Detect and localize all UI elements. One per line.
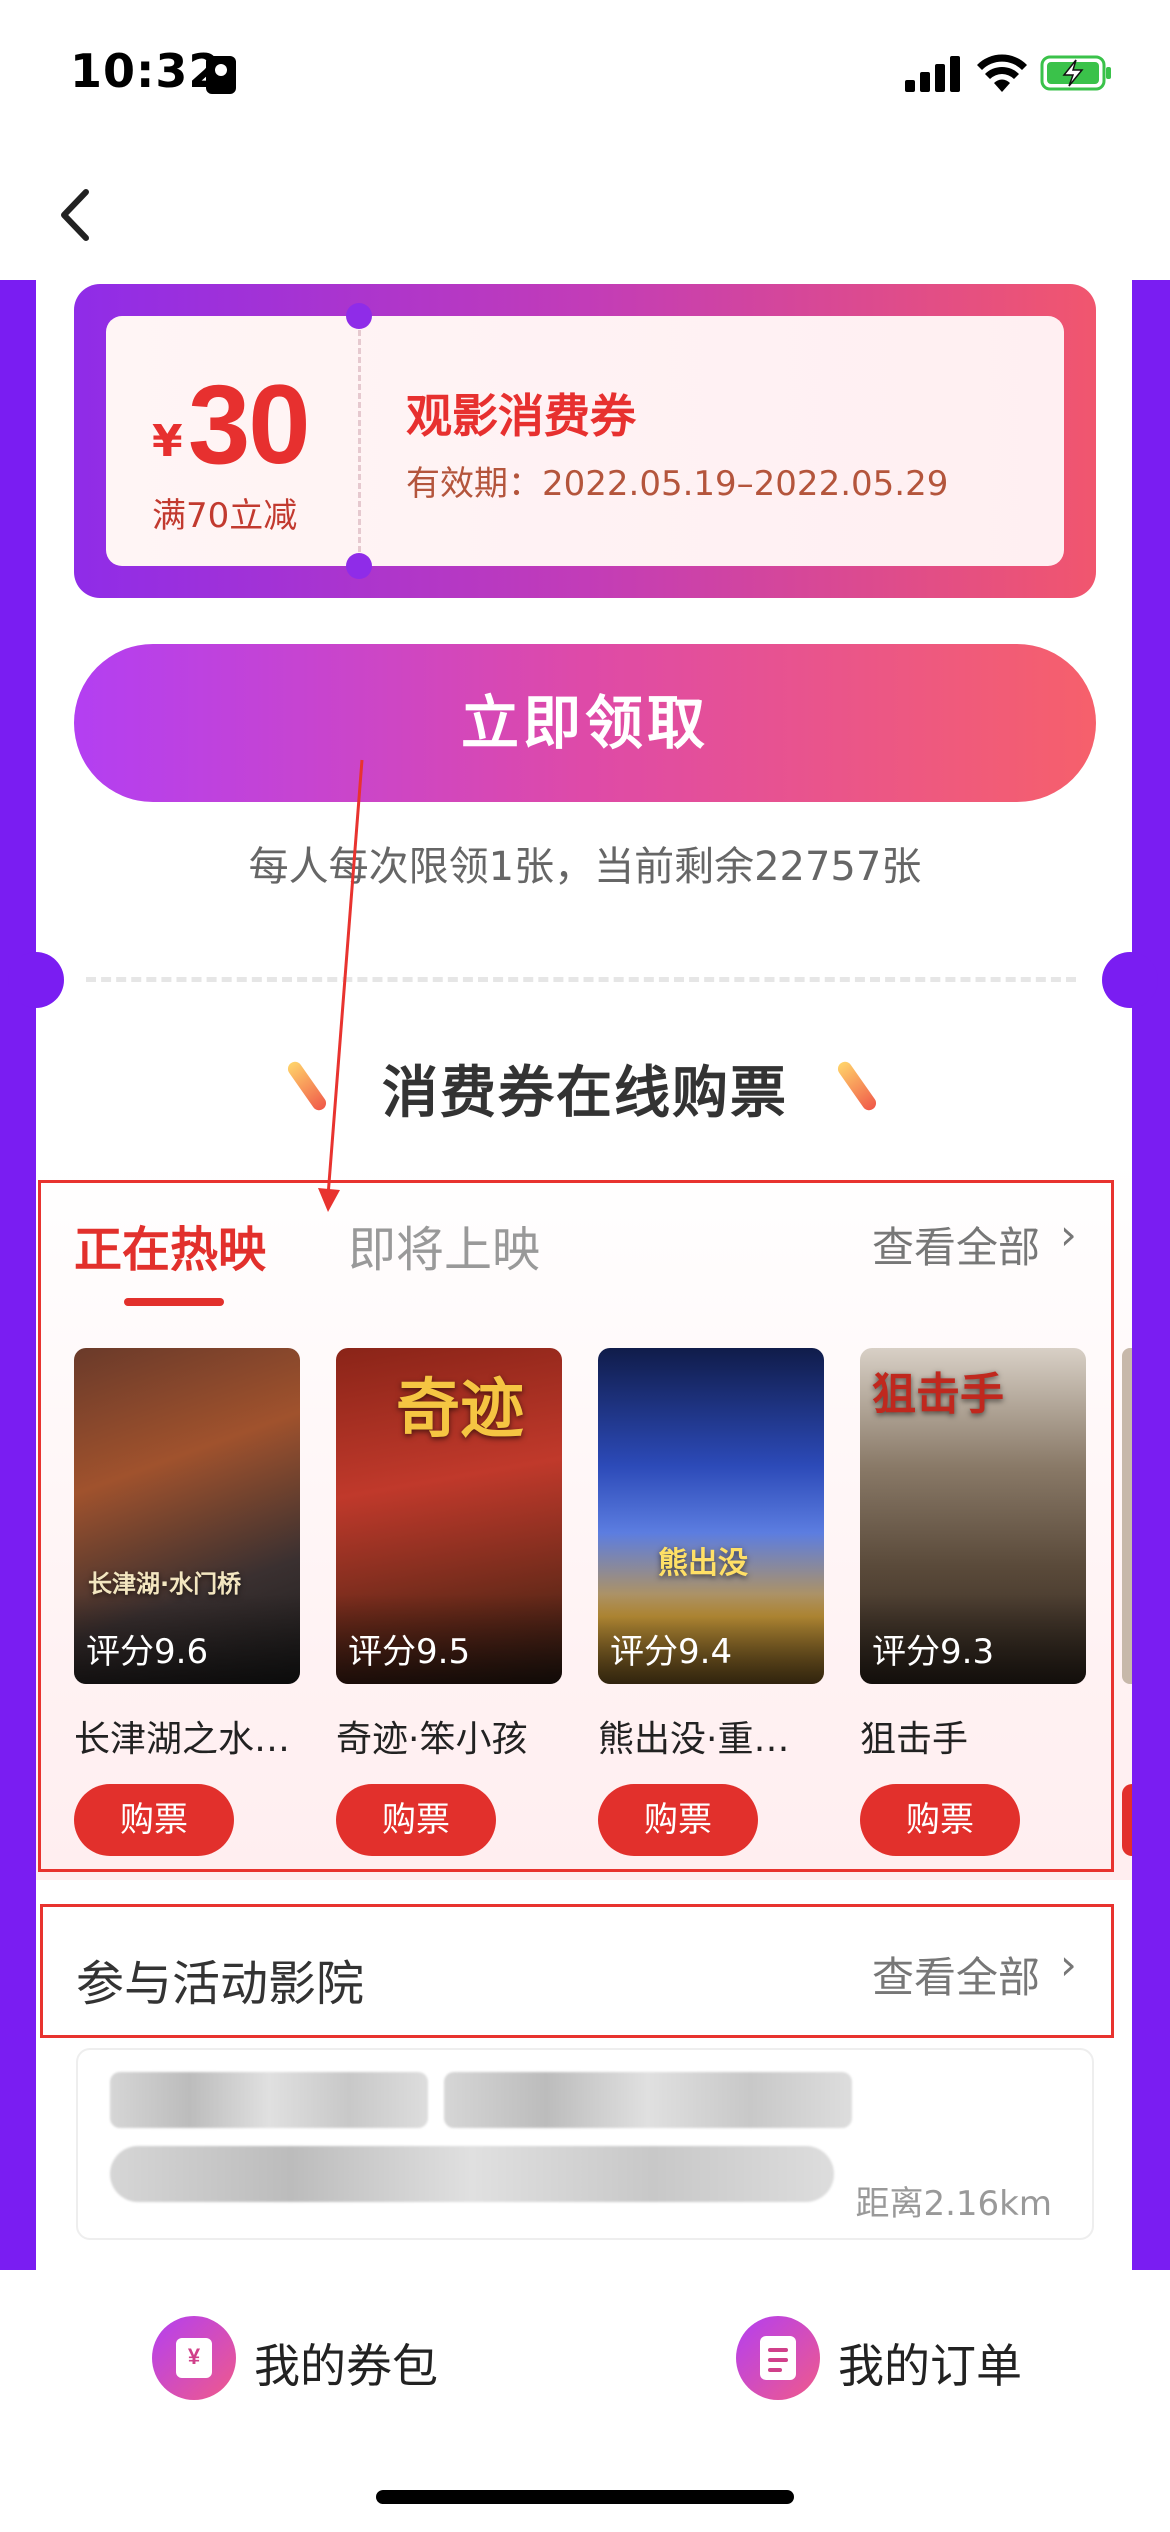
highlight-box-cinemas xyxy=(40,1904,1114,2038)
my-coupons-button[interactable]: ¥ 我的券包 xyxy=(152,2316,452,2400)
cinema-distance: 距离2.16km xyxy=(855,2184,1052,2224)
my-orders-label: 我的订单 xyxy=(838,2339,1022,2393)
home-indicator xyxy=(376,2490,794,2504)
ticket-notch-bottom xyxy=(346,553,372,579)
ticket-perforation xyxy=(358,330,361,552)
cinema-name-redacted xyxy=(444,2072,852,2128)
cinema-list-item[interactable]: 距离2.16km xyxy=(76,2048,1094,2240)
coupon-amount: 30 xyxy=(188,362,311,487)
order-list-icon xyxy=(736,2316,820,2400)
highlight-box-movies xyxy=(38,1180,1114,1872)
wifi-icon xyxy=(977,54,1027,92)
contact-card-icon xyxy=(206,56,236,94)
svg-text:¥: ¥ xyxy=(188,2344,201,2369)
battery-charging-icon xyxy=(1040,55,1111,91)
cinema-name-redacted xyxy=(110,2072,428,2128)
coupon-validity: 有效期：2022.05.19–2022.05.29 xyxy=(406,464,949,504)
ticket-notch-top xyxy=(346,303,372,329)
next-buy-button-peek[interactable] xyxy=(1122,1784,1132,1856)
cellular-signal-icon xyxy=(905,56,961,92)
back-button[interactable] xyxy=(44,180,114,250)
ticket-cutout-right xyxy=(1102,952,1158,1008)
my-coupons-label: 我的券包 xyxy=(254,2339,438,2393)
cinema-address-redacted xyxy=(110,2146,834,2202)
my-orders-button[interactable]: 我的订单 xyxy=(736,2316,1036,2400)
coupon-wallet-icon: ¥ xyxy=(152,2316,236,2400)
status-bar: 10:32 xyxy=(0,0,1170,150)
coupon-currency: ¥ xyxy=(152,416,183,467)
status-time: 10:32 xyxy=(70,44,222,98)
dashed-divider xyxy=(86,977,1076,982)
section-heading: 消费券在线购票 xyxy=(382,1061,788,1126)
claim-coupon-button[interactable]: 立即领取 xyxy=(74,644,1096,802)
claim-limit-note: 每人每次限领1张，当前剩余22757张 xyxy=(248,844,922,890)
next-movie-poster-peek[interactable] xyxy=(1122,1348,1132,1684)
ticket-cutout-left xyxy=(8,952,64,1008)
coupon-title: 观影消费券 xyxy=(406,389,636,443)
coupon-condition: 满70立减 xyxy=(152,496,298,536)
navigation-bar xyxy=(0,150,1170,280)
